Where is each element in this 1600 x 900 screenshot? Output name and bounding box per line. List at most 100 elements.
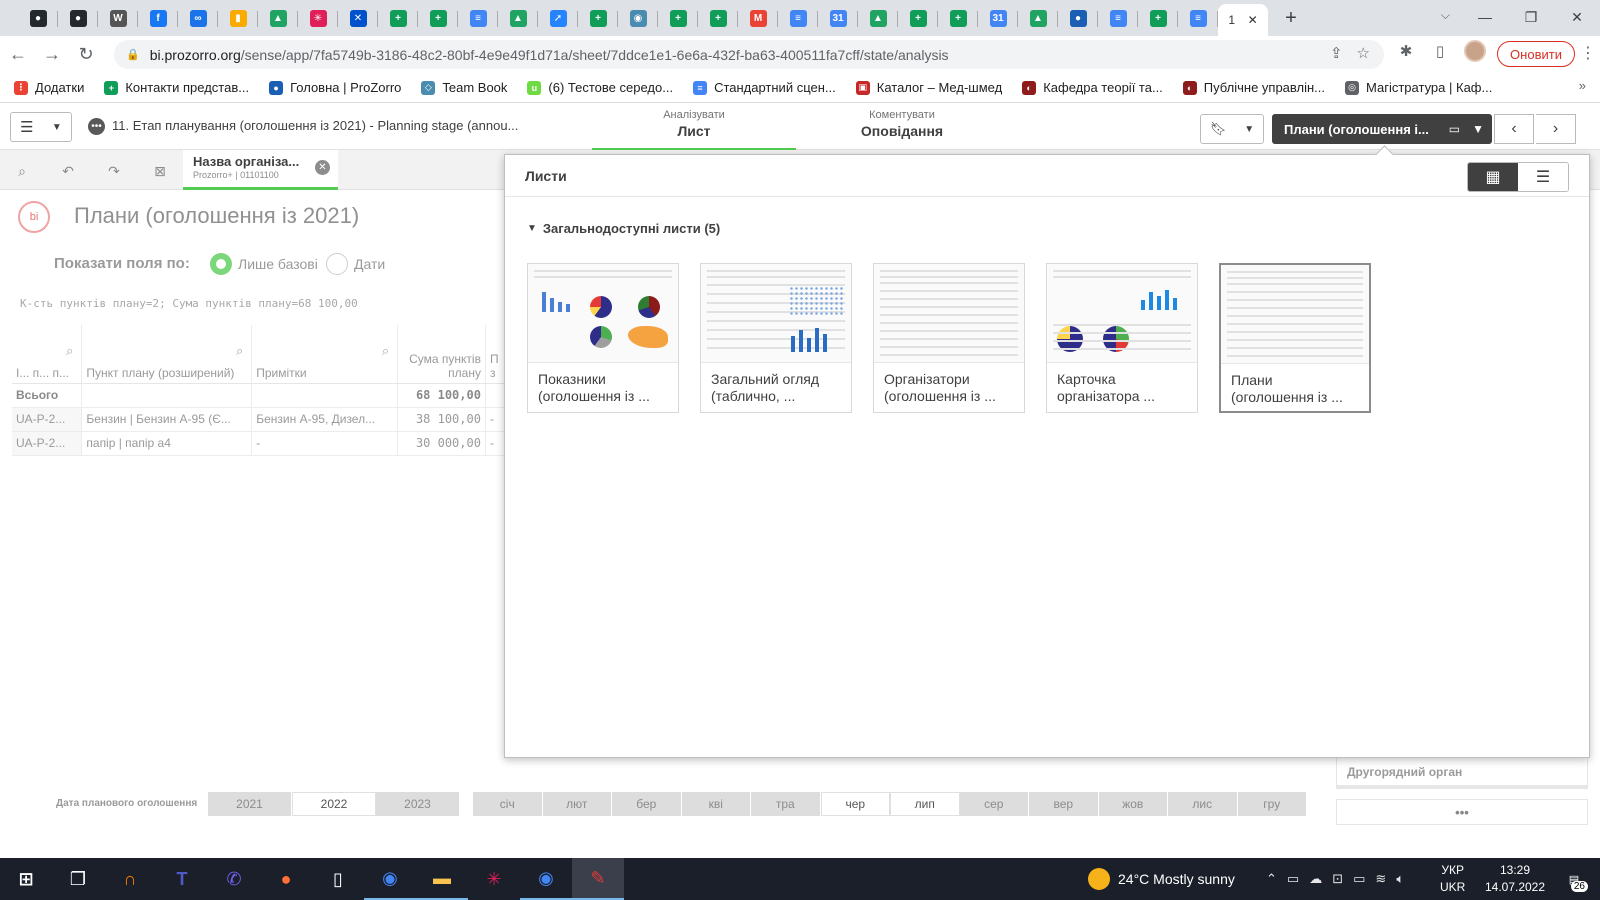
browser-tab[interactable]: 31	[978, 2, 1018, 34]
step-forward-icon[interactable]: ↷	[104, 161, 124, 181]
smart-search-icon[interactable]: ⌕	[12, 161, 32, 181]
month-option[interactable]: чер	[820, 792, 890, 816]
radio-basic[interactable]: Лише базові	[210, 253, 318, 275]
browser-tab[interactable]: ▲	[258, 2, 298, 34]
browser-tab[interactable]: ✳	[298, 2, 338, 34]
bookmarks-overflow-icon[interactable]: »	[1579, 78, 1586, 93]
minimize-icon[interactable]: —	[1462, 0, 1508, 34]
reload-icon[interactable]: ↻	[70, 39, 102, 71]
network-icon[interactable]: ⊡	[1332, 871, 1343, 887]
sheet-card[interactable]: Організатори (оголошення із ...	[873, 263, 1025, 413]
month-option[interactable]: січ	[473, 792, 543, 816]
browser-tab[interactable]: W	[98, 2, 138, 34]
taskbar-app[interactable]: ✎	[572, 858, 624, 900]
year-option[interactable]: 2021	[208, 792, 292, 816]
bookmark-item[interactable]: ◐ Кафедра теорії та...	[1022, 80, 1163, 95]
table-row[interactable]: UA-P-2... папір | папір а4 - 30 000,00 -	[12, 431, 506, 456]
table-cell[interactable]: UA-P-2...	[12, 407, 83, 432]
browser-tab[interactable]: ●	[1058, 2, 1098, 34]
bookmark-item[interactable]: ⋮ Додатки	[14, 80, 84, 95]
table-row[interactable]: UA-P-2... Бензин | Бензин А-95 (Є... Бен…	[12, 407, 506, 432]
more-filters-button[interactable]: •••	[1336, 799, 1588, 825]
volume-icon[interactable]: 🔈︎	[1396, 871, 1404, 887]
browser-tab[interactable]: ●	[58, 2, 98, 34]
bookmark-item[interactable]: ◇ Team Book	[421, 80, 507, 95]
device-icon[interactable]: ▭	[1449, 122, 1460, 136]
month-option[interactable]: вер	[1029, 792, 1099, 816]
search-icon[interactable]: ⌕	[66, 343, 73, 359]
wifi-icon[interactable]: ≋	[1375, 871, 1386, 887]
month-option[interactable]: лют	[542, 792, 612, 816]
browser-tab[interactable]: ∞	[178, 2, 218, 34]
browser-tab[interactable]: +	[698, 2, 738, 34]
battery-icon[interactable]: ▭	[1353, 871, 1365, 887]
month-option[interactable]: лип	[890, 792, 960, 816]
browser-tab[interactable]: +	[1138, 2, 1178, 34]
browser-tab[interactable]: +	[658, 2, 698, 34]
browser-tab[interactable]: ≡	[458, 2, 498, 34]
radio-dates[interactable]: Дати	[326, 253, 385, 275]
lock-icon[interactable]: 🔒	[126, 48, 140, 61]
year-option[interactable]: 2023	[376, 792, 460, 816]
browser-tab[interactable]: ➚	[538, 2, 578, 34]
browser-tab[interactable]: ◉	[618, 2, 658, 34]
taskbar-app[interactable]: ◉	[364, 858, 416, 900]
bookmark-item[interactable]: ▣ Каталог – Мед-шмед	[855, 80, 1002, 95]
taskbar-app[interactable]: ●	[260, 858, 312, 900]
forward-icon[interactable]: →	[36, 39, 68, 71]
extensions-icon[interactable]: ✱	[1396, 41, 1416, 61]
taskbar-app[interactable]: ∩	[104, 858, 156, 900]
bookmark-item[interactable]: ● Головна | ProZorro	[269, 80, 401, 95]
public-sheets-section[interactable]: ▼ Загальнодоступні листи (5)	[527, 221, 720, 236]
taskbar-app[interactable]: ▬	[416, 858, 468, 900]
selection-chip[interactable]: Назва організа... Prozorro+ | 01101100 ✕	[183, 150, 338, 190]
bookmark-item[interactable]: + Контакти представ...	[104, 80, 249, 95]
taskbar-app[interactable]: ✆	[208, 858, 260, 900]
share-icon[interactable]: ⇪	[1330, 44, 1343, 62]
month-option[interactable]: бер	[612, 792, 682, 816]
weather-widget[interactable]: 24°C Mostly sunny	[1088, 858, 1235, 900]
mode-tab-narrate[interactable]: Коментувати Оповідання	[800, 109, 1004, 150]
bookmark-item[interactable]: ◐ Публічне управлін...	[1182, 80, 1325, 95]
list-view-icon[interactable]: ☰	[1518, 163, 1568, 191]
month-option[interactable]: сер	[959, 792, 1029, 816]
table-cell[interactable]: Бензин | Бензин А-95 (Є...	[81, 407, 253, 432]
month-option[interactable]: гру	[1237, 792, 1307, 816]
browser-tab[interactable]: ✕	[338, 2, 378, 34]
secondary-body-filter[interactable]: Другорядний орган	[1336, 757, 1588, 789]
browser-tab[interactable]: M	[738, 2, 778, 34]
table-cell[interactable]: Бензин А-95, Дизел...	[251, 407, 399, 432]
cloud-icon[interactable]: ☁	[1309, 871, 1322, 887]
browser-tab[interactable]: +	[898, 2, 938, 34]
star-icon[interactable]: ☆	[1357, 44, 1370, 62]
clock[interactable]: 13:29 14.07.2022	[1480, 862, 1550, 896]
sheet-card[interactable]: Показники (оголошення із ...	[527, 263, 679, 413]
side-panel-icon[interactable]: ▯	[1430, 41, 1450, 61]
month-option[interactable]: кві	[681, 792, 751, 816]
month-option[interactable]: лис	[1168, 792, 1238, 816]
sheet-card[interactable]: Загальний огляд (таблично, ...	[700, 263, 852, 413]
taskbar-app[interactable]: ✳	[468, 858, 520, 900]
chevron-up-icon[interactable]: ⌃	[1266, 871, 1277, 887]
browser-tab[interactable]: ≡	[778, 2, 818, 34]
global-menu-button[interactable]: ☰ ▼	[10, 112, 72, 142]
table-cell[interactable]: папір | папір а4	[81, 431, 253, 456]
taskbar-app[interactable]: T	[156, 858, 208, 900]
app-info-icon[interactable]: •••	[88, 118, 105, 135]
restore-icon[interactable]: ❐	[1508, 0, 1554, 34]
bookmark-item[interactable]: ≡ Стандартний сцен...	[693, 80, 836, 95]
browser-tab[interactable]: ▲	[1018, 2, 1058, 34]
month-option[interactable]: тра	[751, 792, 821, 816]
table-cell[interactable]: UA-P-2...	[12, 431, 83, 456]
browser-tab[interactable]: ≡	[1178, 2, 1218, 34]
next-sheet-button[interactable]: ›	[1536, 114, 1576, 144]
browser-tab[interactable]: +	[378, 2, 418, 34]
bookmarks-button[interactable]: 🔖︎ ▼	[1200, 114, 1264, 144]
browser-tab[interactable]: f	[138, 2, 178, 34]
browser-tab[interactable]: 31	[818, 2, 858, 34]
browser-tab[interactable]: +	[578, 2, 618, 34]
clear-selection-icon[interactable]: ✕	[315, 160, 330, 175]
taskbar-app[interactable]: ⊞	[0, 858, 52, 900]
clear-selections-icon[interactable]: ⊠	[150, 161, 170, 181]
new-tab-button[interactable]: +	[1276, 3, 1306, 33]
